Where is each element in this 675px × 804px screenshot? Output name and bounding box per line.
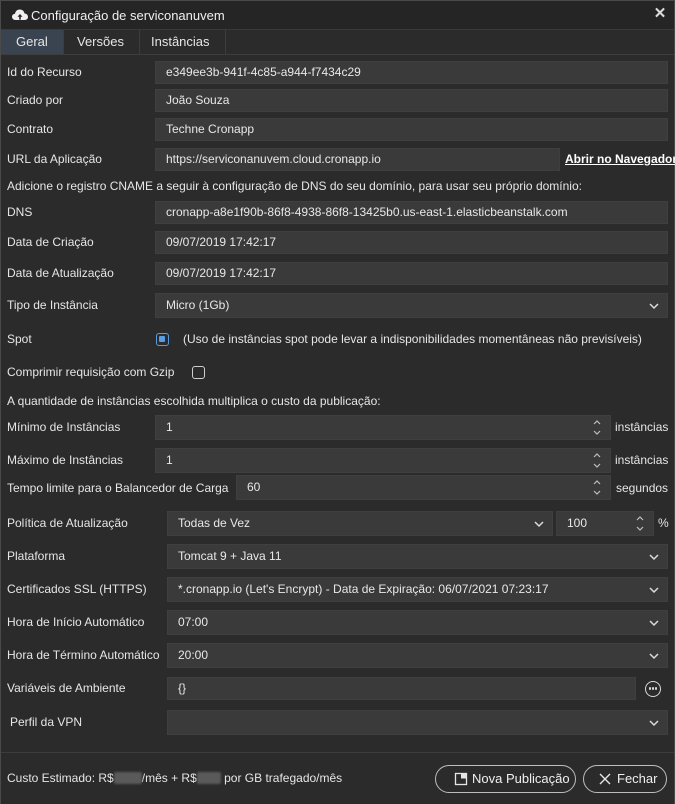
ssl-label: Certificados SSL (HTTPS): [7, 582, 147, 596]
tab-geral[interactable]: Geral: [1, 30, 64, 54]
new-publication-icon: [454, 772, 468, 786]
resource-id-label: Id do Recurso: [7, 65, 82, 79]
contract-field[interactable]: Techne Cronapp: [155, 118, 668, 141]
tab-bar: Geral Versões Instâncias: [1, 30, 674, 55]
auto-stop-label: Hora de Término Automático: [7, 648, 160, 662]
gzip-checkbox[interactable]: [192, 366, 205, 379]
dns-field[interactable]: cronapp-a8e1f90b-86f8-4938-86f8-13425b0.…: [155, 201, 668, 224]
auto-stop-value: 20:00: [178, 648, 209, 662]
env-vars-field[interactable]: {}: [167, 677, 636, 700]
created-at-field[interactable]: 09/07/2019 17:42:17: [155, 231, 668, 254]
created-by-field[interactable]: João Souza: [155, 89, 668, 112]
chevron-down-icon: [649, 653, 659, 660]
update-percent-value: 100: [567, 516, 588, 530]
env-vars-label: Variáveis de Ambiente: [7, 681, 126, 695]
cost-estimate: Custo Estimado: R$ /mês + R$ por GB trafe…: [7, 771, 342, 785]
ssl-select[interactable]: *.cronapp.io (Let's Encrypt) - Data de E…: [167, 577, 668, 602]
close-icon[interactable]: ✕: [652, 6, 668, 22]
min-instances-label: Mínimo de Instâncias: [7, 420, 121, 434]
spot-note: (Uso de instâncias spot pode levar a ind…: [183, 332, 642, 346]
instances-note: A quantidade de instâncias escolhida mul…: [7, 394, 381, 408]
new-publication-button[interactable]: Nova Publicação: [435, 765, 576, 793]
update-policy-label: Política de Atualização: [7, 516, 128, 530]
update-percent-input[interactable]: 100: [556, 511, 654, 536]
auto-start-label: Hora de Início Automático: [7, 615, 145, 629]
cancel-x-icon: [599, 773, 611, 785]
cname-note: Adicione o registro CNAME a seguir à con…: [7, 179, 582, 193]
lb-timeout-unit: segundos: [616, 481, 669, 495]
min-instances-input[interactable]: 1: [155, 415, 611, 440]
lb-timeout-input[interactable]: 60: [236, 475, 611, 500]
app-url-field[interactable]: https://serviconanuvem.cloud.cronapp.io: [155, 148, 560, 171]
platform-value: Tomcat 9 + Java 11: [178, 549, 282, 563]
auto-stop-select[interactable]: 20:00: [167, 643, 668, 668]
close-button[interactable]: Fechar: [583, 765, 667, 793]
dns-label: DNS: [7, 205, 33, 219]
ssl-value: *.cronapp.io (Let's Encrypt) - Data de E…: [178, 582, 549, 596]
spinner-arrows-icon[interactable]: [592, 418, 602, 437]
updated-at-label: Data de Atualização: [7, 266, 114, 280]
chevron-down-icon: [649, 620, 659, 627]
created-by-label: Criado por: [7, 93, 64, 107]
vpn-label: Perfil da VPN: [10, 715, 83, 729]
close-label: Fechar: [617, 771, 658, 786]
cost-prefix: R$: [98, 771, 114, 785]
spinner-arrows-icon[interactable]: [592, 451, 602, 470]
max-instances-input[interactable]: 1: [155, 448, 611, 473]
platform-select[interactable]: Tomcat 9 + Java 11: [167, 544, 668, 569]
title-bar: Configuração de serviconanuvem ✕: [1, 1, 674, 30]
contract-label: Contrato: [7, 122, 54, 136]
cost-gb: por GB trafegado/mês: [224, 771, 343, 785]
cost-month: /mês + R$: [141, 771, 197, 785]
redacted-value: [196, 772, 221, 784]
dialog-footer: Custo Estimado: R$ /mês + R$ por GB trafe…: [1, 752, 674, 804]
lb-timeout-value: 60: [247, 480, 261, 494]
spinner-arrows-icon[interactable]: [592, 478, 602, 497]
chevron-down-icon: [649, 587, 659, 594]
spinner-arrows-icon[interactable]: [635, 514, 645, 533]
new-publication-label: Nova Publicação: [472, 771, 570, 786]
open-in-browser-link[interactable]: Abrir no Navegador: [565, 152, 675, 166]
resource-id-field[interactable]: e349ee3b-941f-4c85-a944-f7434c29: [155, 61, 668, 84]
gzip-label: Comprimir requisição com Gzip: [7, 365, 175, 379]
percent-sign: %: [658, 516, 669, 530]
chevron-down-icon: [649, 303, 659, 310]
app-url-label: URL da Aplicação: [7, 152, 102, 166]
auto-start-value: 07:00: [178, 615, 209, 629]
instance-type-label: Tipo de Instância: [7, 298, 98, 312]
created-at-label: Data de Criação: [7, 235, 94, 249]
tab-instancias[interactable]: Instâncias: [136, 30, 226, 54]
tab-versoes[interactable]: Versões: [62, 30, 140, 54]
chevron-down-icon: [649, 554, 659, 561]
config-dialog: Configuração de serviconanuvem ✕ Geral V…: [0, 0, 675, 804]
platform-label: Plataforma: [7, 549, 66, 563]
cloud-upload-icon: [12, 9, 28, 20]
updated-at-field[interactable]: 09/07/2019 17:42:17: [155, 262, 668, 285]
chevron-down-icon: [649, 720, 659, 727]
instance-type-value: Micro (1Gb): [166, 298, 230, 312]
spot-checkbox[interactable]: [156, 333, 169, 346]
cost-label: Custo Estimado:: [7, 771, 96, 785]
auto-start-select[interactable]: 07:00: [167, 610, 668, 635]
min-instances-unit: instâncias: [615, 420, 669, 434]
max-instances-label: Máximo de Instâncias: [7, 453, 124, 467]
redacted-value: [113, 772, 142, 784]
lb-timeout-label: Tempo limite para o Balancedor de Carga: [7, 481, 229, 495]
update-policy-select[interactable]: Todas de Vez: [167, 511, 553, 536]
spot-label: Spot: [7, 332, 32, 346]
window-title: Configuração de serviconanuvem: [31, 8, 225, 23]
chevron-down-icon: [534, 521, 544, 528]
more-options-icon[interactable]: [645, 681, 661, 697]
min-instances-value: 1: [166, 420, 173, 434]
vpn-select[interactable]: [167, 710, 668, 735]
update-policy-value: Todas de Vez: [178, 516, 251, 530]
instance-type-select[interactable]: Micro (1Gb): [155, 293, 668, 318]
max-instances-unit: instâncias: [615, 453, 669, 467]
max-instances-value: 1: [166, 453, 173, 467]
